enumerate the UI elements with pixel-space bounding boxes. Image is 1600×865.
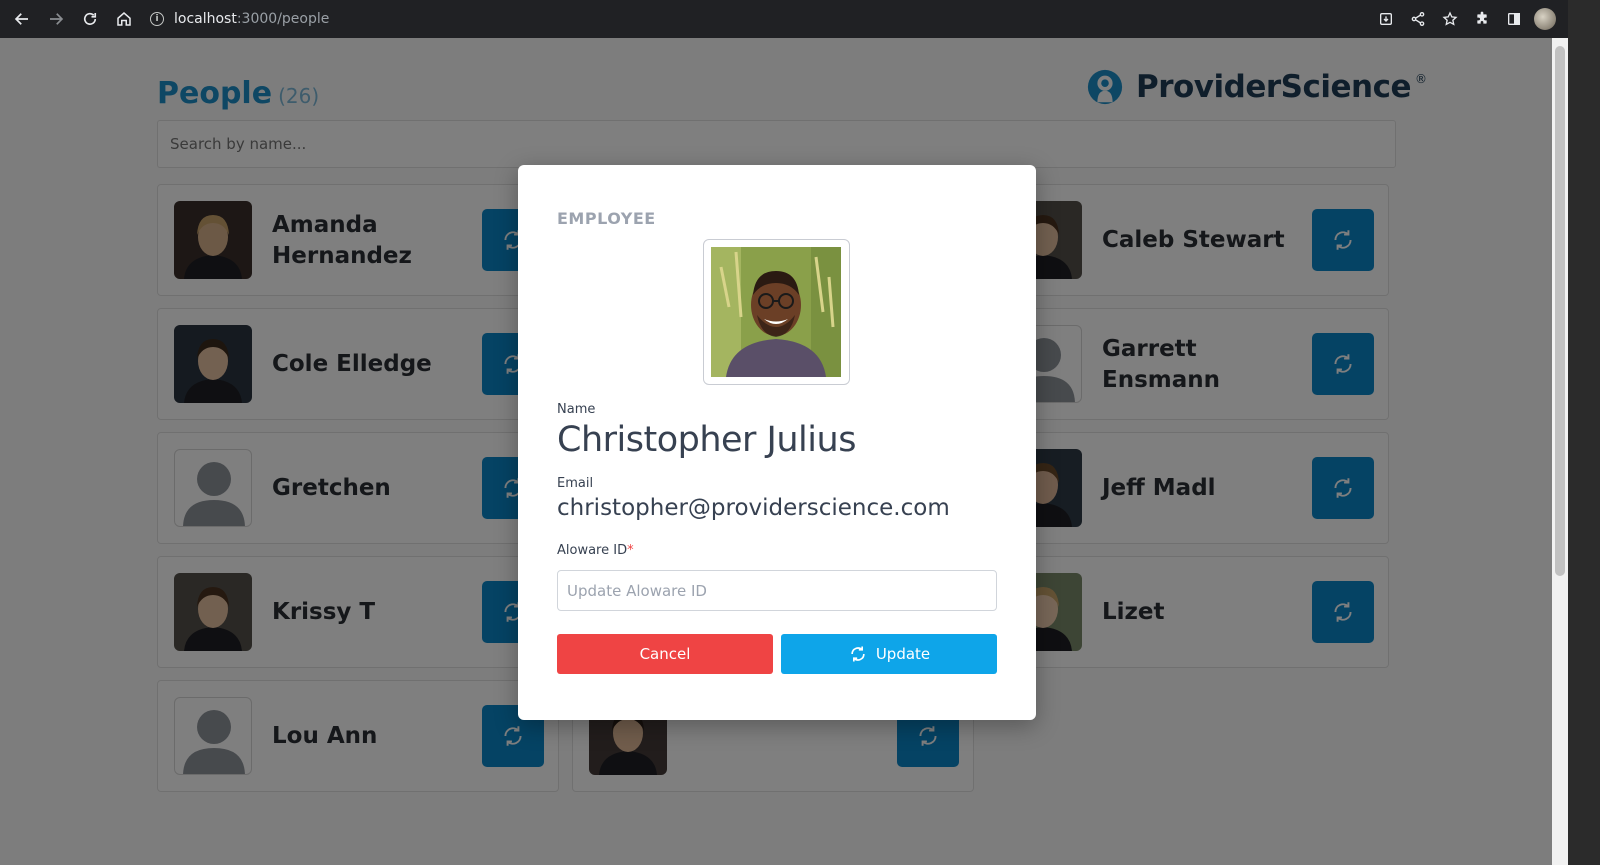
employee-portrait-image — [711, 247, 841, 377]
url-host: localhost — [174, 11, 237, 27]
address-bar[interactable]: i localhost:3000/people — [140, 4, 1320, 34]
share-icon[interactable] — [1406, 7, 1430, 31]
aloware-id-label: Aloware ID* — [557, 543, 634, 558]
required-asterisk: * — [627, 543, 634, 558]
extensions-icon[interactable] — [1470, 7, 1494, 31]
update-button-label: Update — [875, 645, 931, 663]
name-label: Name — [557, 402, 596, 417]
sync-icon — [851, 646, 865, 662]
forward-button[interactable] — [40, 3, 72, 35]
update-button[interactable]: Update — [781, 634, 997, 674]
site-info-icon[interactable]: i — [150, 12, 164, 26]
install-icon[interactable] — [1374, 7, 1398, 31]
bookmark-star-icon[interactable] — [1438, 7, 1462, 31]
aloware-id-label-text: Aloware ID — [557, 543, 628, 558]
employee-name: Christopher Julius — [557, 420, 856, 460]
cancel-button[interactable]: Cancel — [557, 634, 773, 674]
employee-email: christopher@providerscience.com — [557, 495, 950, 521]
aloware-id-input[interactable] — [557, 570, 997, 611]
desktop-edge — [1568, 0, 1600, 865]
cancel-button-label: Cancel — [639, 645, 691, 663]
browser-toolbar: i localhost:3000/people — [0, 0, 1600, 38]
employee-photo — [703, 239, 850, 385]
url-path: :3000/people — [236, 11, 330, 27]
profile-avatar[interactable] — [1534, 8, 1556, 30]
modal-label: EMPLOYEE — [557, 209, 656, 228]
page-scrollbar[interactable] — [1552, 38, 1568, 865]
back-button[interactable] — [6, 3, 38, 35]
employee-modal: EMPLOYEE Name Christopher Julius Email c… — [518, 165, 1036, 720]
scrollbar-thumb[interactable] — [1555, 46, 1565, 576]
side-panel-icon[interactable] — [1502, 7, 1526, 31]
home-button[interactable] — [108, 3, 140, 35]
email-label: Email — [557, 476, 594, 491]
reload-button[interactable] — [74, 3, 106, 35]
